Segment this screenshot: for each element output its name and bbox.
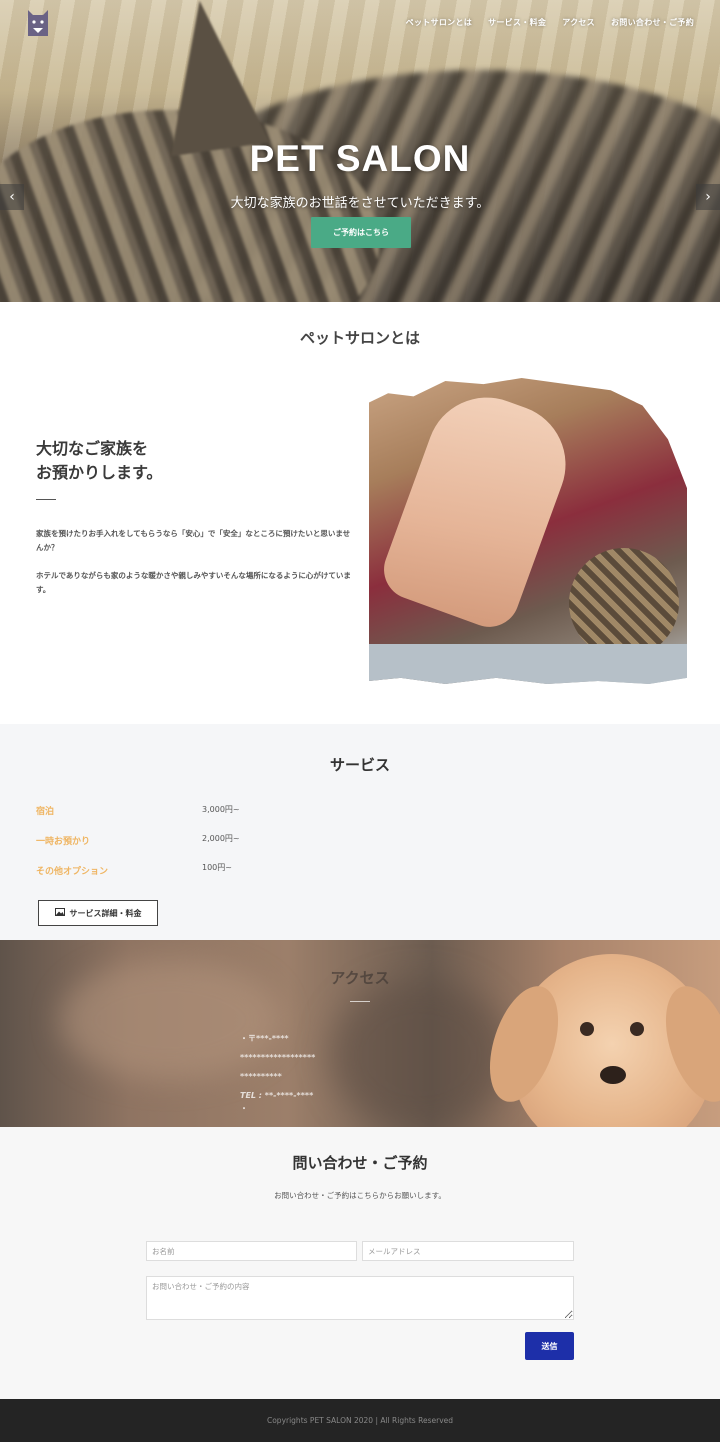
contact-section-title: 問い合わせ・ご予約 [292, 1154, 428, 1172]
copyright-text: Copyrights PET SALON 2020 | All Rights R… [266, 1416, 454, 1425]
puppy-ear-right [652, 977, 720, 1111]
image-icon [54, 908, 65, 918]
about-photo-hand-paw [369, 378, 687, 684]
about-heading-line2: お預かりします。 [36, 463, 163, 482]
puppy-eye-left [580, 1022, 594, 1036]
about-heading-line1: 大切なご家族を [36, 439, 149, 458]
about-photo-hand [375, 380, 583, 636]
access-address: ・〒***-**** ****************** **********… [240, 1029, 315, 1113]
service-detail-button[interactable]: サービス詳細・料金 [38, 900, 158, 926]
reserve-button[interactable]: ご予約はこちら [311, 217, 411, 248]
submit-button[interactable]: 送信 [525, 1332, 574, 1360]
hero-photo-cat-ear [150, 0, 270, 157]
access-line: ****************** [240, 1053, 316, 1062]
about-photo-blanket [369, 644, 687, 684]
service-item-name: その他オプション [36, 867, 109, 877]
hero-title: PET SALON [249, 138, 471, 179]
email-field[interactable] [362, 1241, 574, 1261]
about-photo-paw [569, 548, 679, 658]
service-item-price: 3,000円~ [202, 805, 240, 814]
service-section-title: サービス [329, 756, 390, 774]
about-paragraph-2: ホテルでありながらも家のような暖かさや親しみやすいそんな場所になるように心がけて… [36, 571, 351, 594]
about-section-title: ペットサロンとは [299, 329, 420, 347]
access-photo-background-shade [330, 980, 510, 1127]
access-line: ********** [240, 1072, 282, 1081]
service-detail-button-label: サービス詳細・料金 [69, 908, 142, 918]
puppy-nose [600, 1066, 626, 1084]
nav-item-service[interactable]: サービス・料金 [488, 17, 546, 28]
contact-subtitle: お問い合わせ・ご予約はこちらからお願いします。 [274, 1191, 446, 1200]
puppy-eye-right [630, 1022, 644, 1036]
nav-item-access[interactable]: アクセス [562, 17, 595, 28]
access-divider [350, 1001, 370, 1002]
service-item-price: 100円~ [202, 863, 232, 872]
message-field[interactable] [146, 1276, 574, 1320]
main-nav: ペットサロンとは サービス・料金 アクセス お問い合わせ・ご予約 [406, 17, 694, 28]
service-item-price: 2,000円~ [202, 834, 240, 843]
cat-icon[interactable] [24, 8, 52, 38]
access-line: TEL : **-****-**** [240, 1091, 314, 1100]
access-section-title: アクセス [330, 969, 390, 987]
footer: Copyrights PET SALON 2020 | All Rights R… [0, 1399, 720, 1442]
service-item-name: 宿泊 [36, 807, 55, 817]
contact-section: 問い合わせ・ご予約 お問い合わせ・ご予約はこちらからお願いします。 送信 [0, 1127, 720, 1399]
access-section: アクセス ・〒***-**** ****************** *****… [0, 940, 720, 1127]
about-heading: 大切なご家族を お預かりします。 [36, 437, 162, 485]
access-line: ・〒***-**** [240, 1034, 289, 1043]
nav-item-about[interactable]: ペットサロンとは [406, 17, 472, 28]
service-section: サービス 宿泊 3,000円~ 一時お預かり 2,000円~ その他オプション … [0, 724, 720, 940]
about-divider [36, 499, 56, 500]
name-field[interactable] [146, 1241, 357, 1261]
nav-item-contact[interactable]: お問い合わせ・ご予約 [611, 17, 694, 28]
hero-section: ペットサロンとは サービス・料金 アクセス お問い合わせ・ご予約 ‹ › PET… [0, 0, 720, 302]
service-item-name: 一時お預かり [36, 837, 91, 847]
access-line: ・ [240, 1104, 248, 1113]
hero-subtitle: 大切な家族のお世話をさせていただきます。 [230, 196, 490, 211]
about-paragraph-1: 家族を預けたりお手入れをしてもらうなら「安心」で「安全」なところに預けたいと思い… [36, 529, 351, 552]
